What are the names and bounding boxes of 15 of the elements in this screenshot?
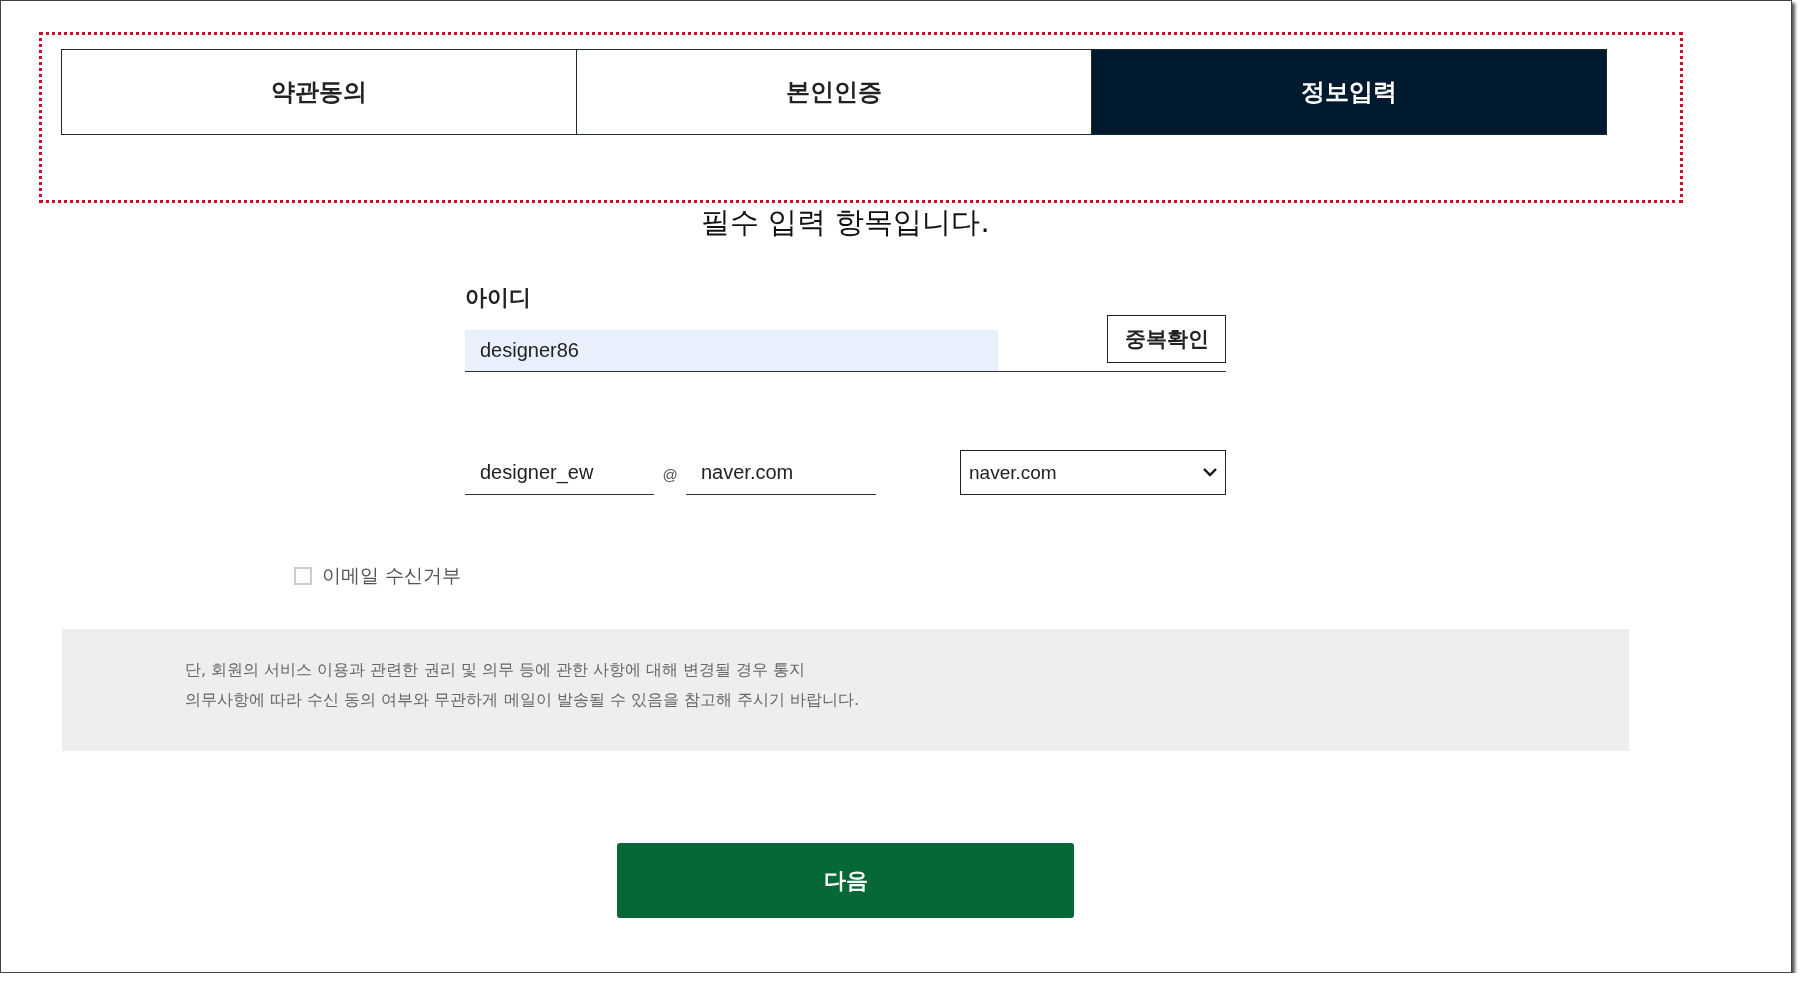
id-label: 아이디 <box>465 284 531 312</box>
step-tab[interactable]: 정보입력 <box>1092 49 1607 135</box>
at-sign: @ <box>661 466 679 485</box>
opt-out-checkbox[interactable] <box>294 567 312 585</box>
notice-text: 단, 회원의 서비스 이용과 관련한 권리 및 의무 등에 관한 사항에 대해 변경될 경우 통지 <box>185 659 806 681</box>
required-heading: 필수 입력 항목입니다. <box>701 204 990 241</box>
opt-out-label: 이메일 수신거부 <box>322 563 462 588</box>
step-tab[interactable]: 본인인증 <box>577 49 1092 135</box>
duplicate-check-button[interactable]: 중복확인 <box>1107 315 1226 363</box>
next-button[interactable]: 다음 <box>617 843 1074 918</box>
notice-text: 의무사항에 따라 수신 동의 여부와 무관하게 메일이 발송될 수 있음을 참고해 주시기 바랍니다. <box>185 689 860 711</box>
step-tab[interactable]: 약관동의 <box>61 49 577 135</box>
domain-select[interactable]: naver.com <box>960 450 1226 495</box>
chevron-down-icon <box>1203 468 1217 477</box>
id-input[interactable]: designer86 <box>465 330 998 371</box>
